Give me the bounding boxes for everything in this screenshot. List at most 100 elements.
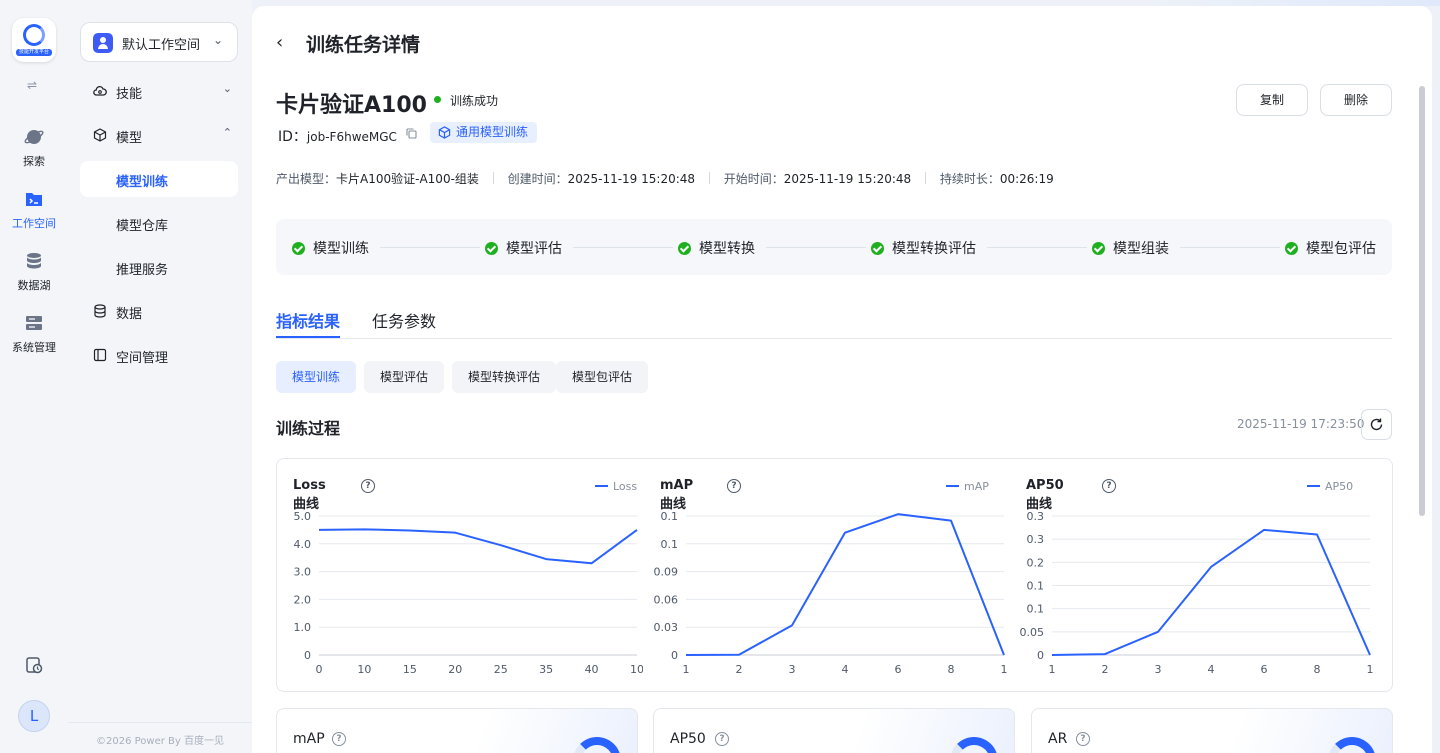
x-tick-label: 35	[539, 663, 553, 676]
logo-ring-icon	[23, 24, 45, 46]
avatar[interactable]: L	[18, 700, 50, 732]
skill-cloud-icon	[93, 86, 107, 96]
x-tick-label: 3	[789, 663, 796, 676]
rail-item-explore[interactable]: 探索	[0, 127, 68, 169]
sidebar: 默认工作空间 ⌄ 技能 ⌄ 模型 ⌃ 模型训练 模型仓库 推理服务 数据 空间管…	[68, 0, 252, 753]
step-connector	[573, 247, 673, 248]
metric-card-map: mAP ?	[276, 708, 638, 753]
meta-label: 创建时间：	[507, 172, 568, 186]
donut-chart-icon	[950, 737, 998, 753]
help-icon[interactable]: ?	[332, 732, 346, 746]
x-tick-label: 10	[630, 663, 643, 676]
x-tick-label: 20	[448, 663, 462, 676]
sidebar-item-model-repo[interactable]: 模型仓库	[80, 205, 238, 241]
sidebar-item-model-training[interactable]: 模型训练	[80, 161, 238, 197]
check-circle-icon	[1092, 242, 1105, 255]
cube-icon	[438, 126, 451, 139]
delete-button[interactable]: 删除	[1320, 84, 1392, 116]
chevron-down-icon: ⌄	[222, 82, 232, 95]
sidebar-item-label: 模型训练	[116, 175, 169, 190]
metric-card-ar: AR ?	[1031, 708, 1393, 753]
chart-plot: 0 1.0 2.0 3.0 4.0 5.0 0 10 15 20 25 35 40 10	[294, 510, 644, 676]
donut-chart-icon	[1328, 737, 1376, 753]
meta-value: 2025-11-19 15:20:48	[783, 172, 912, 186]
server-settings-icon	[26, 316, 42, 330]
meta-label: 开始时间：	[723, 172, 784, 186]
sidebar-item-space-admin[interactable]: 空间管理	[80, 337, 238, 373]
chevron-down-icon: ⌄	[212, 33, 223, 47]
y-tick-label: 0.1	[1027, 603, 1045, 616]
tab-metrics[interactable]: 指标结果	[276, 308, 340, 332]
step-connector	[380, 247, 480, 248]
y-tick-label: 0.03	[654, 621, 679, 634]
task-history-icon[interactable]	[24, 655, 44, 675]
x-tick-label: 3	[1155, 663, 1162, 676]
sidebar-item-label: 空间管理	[116, 351, 169, 366]
chart-plot: 0 0.03 0.06 0.09 0.1 0.1 1 2 3 4 6 8 1	[654, 510, 1008, 676]
back-arrow-icon[interactable]: ‹	[276, 32, 283, 53]
help-icon[interactable]: ?	[1076, 732, 1090, 746]
database-icon	[27, 253, 41, 269]
divider	[708, 172, 710, 184]
user-icon	[93, 33, 113, 53]
job-id-line: ID：job-F6hweMGC	[278, 126, 397, 146]
chip-model-training[interactable]: 模型训练	[276, 361, 357, 393]
refresh-button[interactable]	[1361, 409, 1392, 440]
step-model-convert: 模型转换	[678, 238, 755, 258]
meta-label: 产出模型：	[276, 172, 337, 186]
sidebar-item-label: 数据	[116, 307, 143, 322]
app-logo[interactable]: 技能开发平台	[12, 18, 56, 62]
rail-item-system[interactable]: 系统管理	[0, 313, 68, 355]
y-tick-label: 0.2	[1027, 556, 1045, 569]
scrollbar[interactable]	[1419, 86, 1425, 516]
step-label: 模型评估	[506, 241, 562, 257]
sidebar-item-label: 模型	[116, 131, 143, 146]
step-label: 模型训练	[313, 241, 369, 257]
meta-label: 持续时长：	[939, 172, 1000, 186]
step-label: 模型转换评估	[892, 241, 976, 257]
chip-convert-eval[interactable]: 模型转换评估	[452, 361, 557, 393]
sidebar-item-inference[interactable]: 推理服务	[80, 249, 238, 285]
step-label: 模型包评估	[1306, 241, 1376, 257]
sidebar-item-skills[interactable]: 技能 ⌄	[80, 73, 238, 109]
space-icon	[93, 348, 107, 362]
metric-label: mAP	[293, 731, 325, 747]
y-tick-label: 1.0	[294, 621, 312, 634]
sidebar-item-data[interactable]: 数据	[80, 293, 238, 329]
donut-chart-icon	[573, 737, 621, 753]
sidebar-item-models[interactable]: 模型 ⌃	[80, 117, 238, 153]
chevron-up-icon: ⌃	[222, 126, 232, 139]
rail-item-label: 数据湖	[17, 279, 51, 292]
rail-item-workspace[interactable]: 工作空间	[0, 189, 68, 231]
step-package-eval: 模型包评估	[1285, 238, 1376, 258]
copy-icon[interactable]	[406, 128, 417, 139]
x-tick-label: 2	[1102, 663, 1109, 676]
pipeline-steps: 模型训练 模型评估 模型转换 模型转换评估 模型组装 模型包评估	[276, 219, 1392, 275]
y-tick-label: 0.3	[1027, 510, 1045, 523]
chip-package-eval[interactable]: 模型包评估	[556, 361, 649, 393]
tab-active-indicator	[276, 336, 340, 338]
step-label: 模型组装	[1113, 241, 1169, 257]
rail-item-datalake[interactable]: 数据湖	[0, 251, 68, 293]
page-title: 训练任务详情	[306, 34, 421, 56]
check-circle-icon	[485, 242, 498, 255]
tab-params[interactable]: 任务参数	[372, 308, 436, 332]
x-tick-label: 15	[403, 663, 417, 676]
switch-app-icon[interactable]: ⇌	[27, 78, 37, 92]
step-label: 模型转换	[699, 241, 755, 257]
result-tabs: 指标结果 任务参数	[276, 302, 1392, 339]
x-tick-label: 4	[842, 663, 849, 676]
step-connector	[1180, 247, 1280, 248]
rail-item-label: 工作空间	[12, 217, 56, 230]
help-icon[interactable]: ?	[715, 732, 729, 746]
y-tick-label: 4.0	[294, 538, 312, 551]
divider	[492, 172, 494, 184]
copy-button[interactable]: 复制	[1236, 84, 1308, 116]
y-tick-label: 3.0	[294, 566, 312, 579]
check-circle-icon	[292, 242, 305, 255]
chip-model-eval[interactable]: 模型评估	[364, 361, 445, 393]
x-tick-label: 40	[585, 663, 599, 676]
workspace-selector[interactable]: 默认工作空间 ⌄	[80, 22, 238, 62]
job-id: job-F6hweMGC	[306, 130, 397, 144]
y-tick-label: 2.0	[294, 593, 312, 606]
